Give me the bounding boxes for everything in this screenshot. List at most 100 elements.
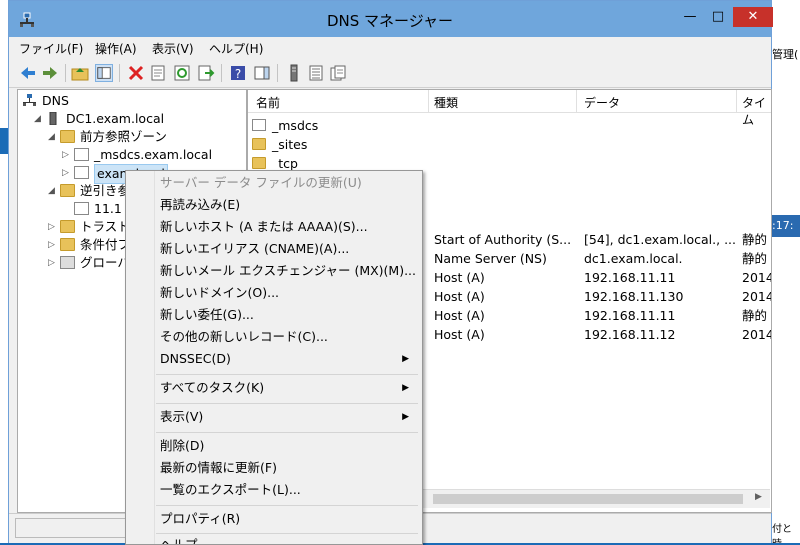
refresh-icon[interactable]	[173, 64, 191, 82]
submenu-arrow-icon: ▶	[402, 383, 409, 393]
list-view-icon[interactable]	[307, 64, 325, 82]
row-data: [54], dc1.exam.local., ...	[584, 232, 736, 247]
menu-item-properties[interactable]: プロパティ(R)	[160, 509, 415, 529]
folder-icon	[60, 238, 75, 251]
back-arrow-icon[interactable]	[19, 64, 37, 82]
list-header: 名前 種類 データ タイム	[248, 90, 771, 127]
row-data: 192.168.11.11	[584, 270, 676, 285]
show-tree-icon[interactable]	[95, 64, 113, 82]
menu-item-export-list[interactable]: 一覧のエクスポート(L)...	[160, 480, 415, 500]
minimize-button[interactable]: —	[677, 7, 703, 27]
list-row[interactable]: _msdcs	[248, 116, 771, 135]
menu-item-reload[interactable]: 再読み込み(E)	[160, 195, 415, 215]
row-type: Host (A)	[434, 289, 485, 304]
action-pane-icon[interactable]	[253, 64, 271, 82]
background-highlight: :17:	[772, 215, 800, 237]
menu-separator	[156, 533, 418, 534]
scroll-right-arrow-icon[interactable]: ▶	[755, 492, 762, 502]
menu-item-delete[interactable]: 削除(D)	[160, 436, 415, 456]
folder-icon	[252, 157, 266, 169]
delete-x-icon[interactable]	[127, 64, 145, 82]
title-bar[interactable]: DNS マネージャー — □ ✕	[9, 1, 773, 37]
menu-gutter	[154, 171, 155, 544]
menu-action[interactable]: 操作(A)	[95, 40, 137, 57]
background-window-right: 管理( :17: 付と時	[772, 0, 800, 543]
tree-label: DNS	[42, 93, 69, 108]
collapse-triangle-icon[interactable]: ◢	[48, 128, 58, 146]
expand-triangle-icon[interactable]: ▷	[62, 146, 72, 164]
row-timestamp: 静的	[742, 251, 768, 266]
menu-item-dnssec[interactable]: DNSSEC(D) ▶	[160, 349, 415, 369]
properties-icon[interactable]	[149, 64, 167, 82]
row-type: Host (A)	[434, 308, 485, 323]
toolbar: ?	[9, 59, 771, 88]
svg-text:?: ?	[235, 67, 241, 81]
column-divider[interactable]	[428, 90, 429, 112]
menu-separator	[156, 403, 418, 404]
help-icon[interactable]: ?	[229, 64, 247, 82]
menu-item-other-new-records[interactable]: その他の新しいレコード(C)...	[160, 327, 415, 347]
background-text-bottom: 付と時	[772, 524, 792, 543]
collapse-triangle-icon[interactable]: ◢	[34, 110, 44, 128]
server-icon	[49, 112, 57, 125]
menu-item-help[interactable]: ヘルプ	[160, 535, 415, 544]
menu-item-new-mail-exchanger[interactable]: 新しいメール エクスチェンジャー (MX)(M)...	[160, 261, 416, 281]
menu-item-new-delegation[interactable]: 新しい委任(G)...	[160, 305, 415, 325]
scrollbar-thumb[interactable]	[433, 494, 743, 504]
menu-view[interactable]: 表示(V)	[152, 40, 194, 57]
close-button[interactable]: ✕	[733, 7, 773, 27]
column-divider[interactable]	[736, 90, 737, 112]
column-header-name[interactable]: 名前	[256, 94, 280, 111]
row-type: Start of Authority (S...	[434, 232, 572, 247]
menu-item-label: DNSSEC(D)	[160, 351, 231, 366]
tree-label: DC1.exam.local	[66, 111, 165, 126]
row-data: dc1.exam.local.	[584, 251, 683, 266]
row-type: Host (A)	[434, 327, 485, 342]
toolbar-separator	[221, 64, 222, 82]
menu-item-refresh[interactable]: 最新の情報に更新(F)	[160, 458, 415, 478]
up-folder-icon[interactable]	[71, 64, 89, 82]
row-type: Host (A)	[434, 270, 485, 285]
submenu-arrow-icon: ▶	[402, 412, 409, 422]
toolbar-separator	[277, 64, 278, 82]
menu-file[interactable]: ファイル(F)	[19, 40, 83, 57]
expand-triangle-icon[interactable]: ▷	[48, 254, 58, 272]
menu-item-view[interactable]: 表示(V) ▶	[160, 407, 415, 427]
column-divider[interactable]	[576, 90, 577, 112]
folder-icon	[60, 220, 75, 233]
expand-triangle-icon[interactable]: ▷	[48, 236, 58, 254]
zone-file-icon	[74, 166, 89, 179]
row-data: 192.168.11.130	[584, 289, 684, 304]
server-icon[interactable]	[285, 64, 303, 82]
row-name: _sites	[272, 137, 308, 152]
column-header-type[interactable]: 種類	[434, 94, 458, 111]
zone-records-icon[interactable]	[329, 64, 347, 82]
row-timestamp: 2014	[742, 327, 772, 342]
row-timestamp: 2014	[742, 289, 772, 304]
forward-arrow-icon[interactable]	[41, 64, 59, 82]
menu-help[interactable]: ヘルプ(H)	[209, 40, 263, 57]
menu-separator	[156, 374, 418, 375]
tree-label: _msdcs.exam.local	[94, 147, 213, 162]
folder-icon	[252, 138, 266, 150]
menu-item-new-host[interactable]: 新しいホスト (A または AAAA)(S)...	[160, 217, 415, 237]
background-text-top: 管理(	[772, 48, 799, 61]
menu-item-update-server-data-file[interactable]: サーバー データ ファイルの更新(U)	[160, 173, 415, 193]
menu-item-label: 表示(V)	[160, 409, 204, 424]
tree-label: 11.1	[94, 201, 122, 216]
zone-file-icon	[74, 202, 89, 215]
menu-item-new-alias[interactable]: 新しいエイリアス (CNAME)(A)...	[160, 239, 415, 259]
menu-item-new-domain[interactable]: 新しいドメイン(O)...	[160, 283, 415, 303]
desktop-highlight	[0, 128, 8, 154]
collapse-triangle-icon[interactable]: ◢	[48, 182, 58, 200]
tree-label: 逆引き参	[80, 183, 131, 198]
expand-triangle-icon[interactable]: ▷	[62, 164, 72, 182]
expand-triangle-icon[interactable]: ▷	[48, 218, 58, 236]
dns-icon	[23, 94, 36, 106]
maximize-button[interactable]: □	[705, 7, 731, 27]
export-list-icon[interactable]	[197, 64, 215, 82]
column-header-data[interactable]: データ	[584, 94, 620, 111]
menu-item-all-tasks[interactable]: すべてのタスク(K) ▶	[160, 378, 415, 398]
list-row[interactable]: _sites	[248, 135, 771, 154]
folder-icon	[60, 130, 75, 143]
